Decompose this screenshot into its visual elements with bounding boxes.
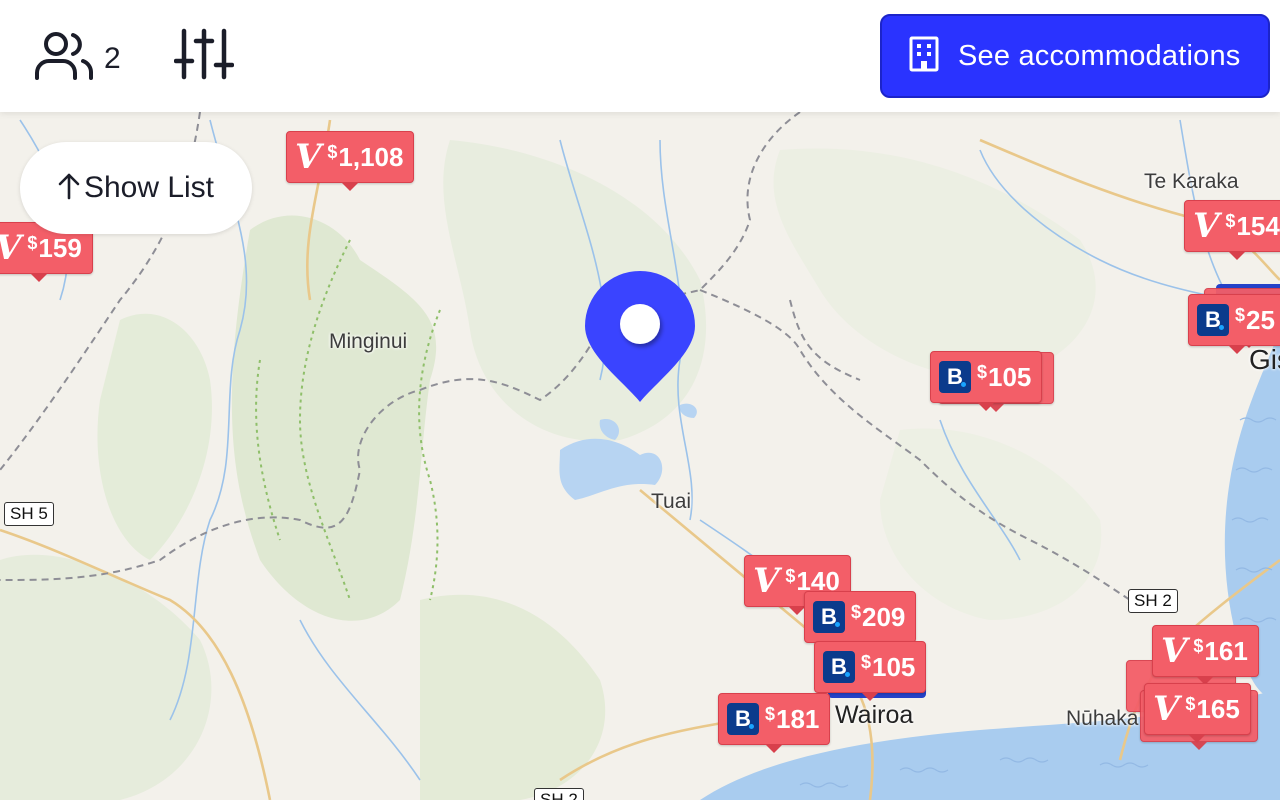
users-icon <box>32 28 96 89</box>
price-marker[interactable]: B $105 <box>814 641 927 701</box>
guests-button[interactable]: 2 <box>32 28 121 89</box>
booking-logo-icon: B <box>727 703 759 735</box>
price-marker[interactable]: B $25 <box>1188 294 1280 354</box>
vrbo-logo-icon: V <box>753 561 780 601</box>
price-label: $181 <box>765 703 820 734</box>
vrbo-logo-icon: V <box>1193 206 1220 246</box>
price-label: $105 <box>977 361 1032 392</box>
vrbo-logo-icon: V <box>1153 689 1180 729</box>
booking-logo-icon: B <box>823 651 855 683</box>
booking-logo-icon: B <box>1197 304 1229 336</box>
price-marker[interactable]: V $154 <box>1184 200 1280 260</box>
booking-logo-icon: B <box>813 601 845 633</box>
booking-logo-icon: B <box>939 361 971 393</box>
filters-button[interactable] <box>172 28 236 84</box>
show-list-button[interactable]: Show List <box>20 142 252 234</box>
road-shield: SH 2 <box>534 788 584 800</box>
arrow-up-icon <box>58 172 80 205</box>
sliders-icon <box>173 27 235 86</box>
road-shield: SH 5 <box>4 502 54 526</box>
price-label: $161 <box>1193 635 1248 666</box>
price-marker[interactable]: V $1,108 <box>286 131 415 191</box>
vrbo-logo-icon: V <box>0 231 21 265</box>
price-label: $25 <box>1235 304 1275 335</box>
price-label: $1,108 <box>327 141 404 172</box>
vrbo-logo-icon: V <box>1161 631 1188 671</box>
place-label-gisborne: Gis <box>1249 344 1280 375</box>
location-pin-icon[interactable] <box>584 270 696 404</box>
see-accommodations-label: See accommodations <box>958 39 1241 72</box>
price-marker[interactable]: V $165 <box>1144 683 1251 743</box>
place-label-te-karaka: Te Karaka <box>1144 170 1239 193</box>
see-accommodations-button[interactable]: See accommodations <box>880 14 1270 98</box>
road-shield: SH 2 <box>1128 589 1178 613</box>
guest-count: 2 <box>104 41 121 75</box>
show-list-label: Show List <box>83 171 215 204</box>
app-root: 2 See accommodations Te Karaka Minginui … <box>0 0 1280 800</box>
price-label: $154 <box>1225 210 1280 241</box>
price-label: $105 <box>861 651 916 682</box>
price-label: $159 <box>27 232 82 263</box>
place-label-wairoa: Wairoa <box>835 701 914 729</box>
top-bar: 2 See accommodations <box>0 0 1280 112</box>
price-marker[interactable]: B $181 <box>718 693 831 753</box>
place-label-tuai: Tuai <box>651 490 692 513</box>
place-label-minginui: Minginui <box>329 330 408 353</box>
price-label: $165 <box>1185 693 1240 724</box>
price-marker[interactable]: B $105 <box>930 351 1043 411</box>
price-marker[interactable]: B $209 <box>804 591 917 651</box>
vrbo-logo-icon: V <box>295 137 322 177</box>
price-label: $209 <box>851 601 906 632</box>
price-marker[interactable]: V $161 <box>1152 625 1259 685</box>
building-icon <box>908 36 940 77</box>
